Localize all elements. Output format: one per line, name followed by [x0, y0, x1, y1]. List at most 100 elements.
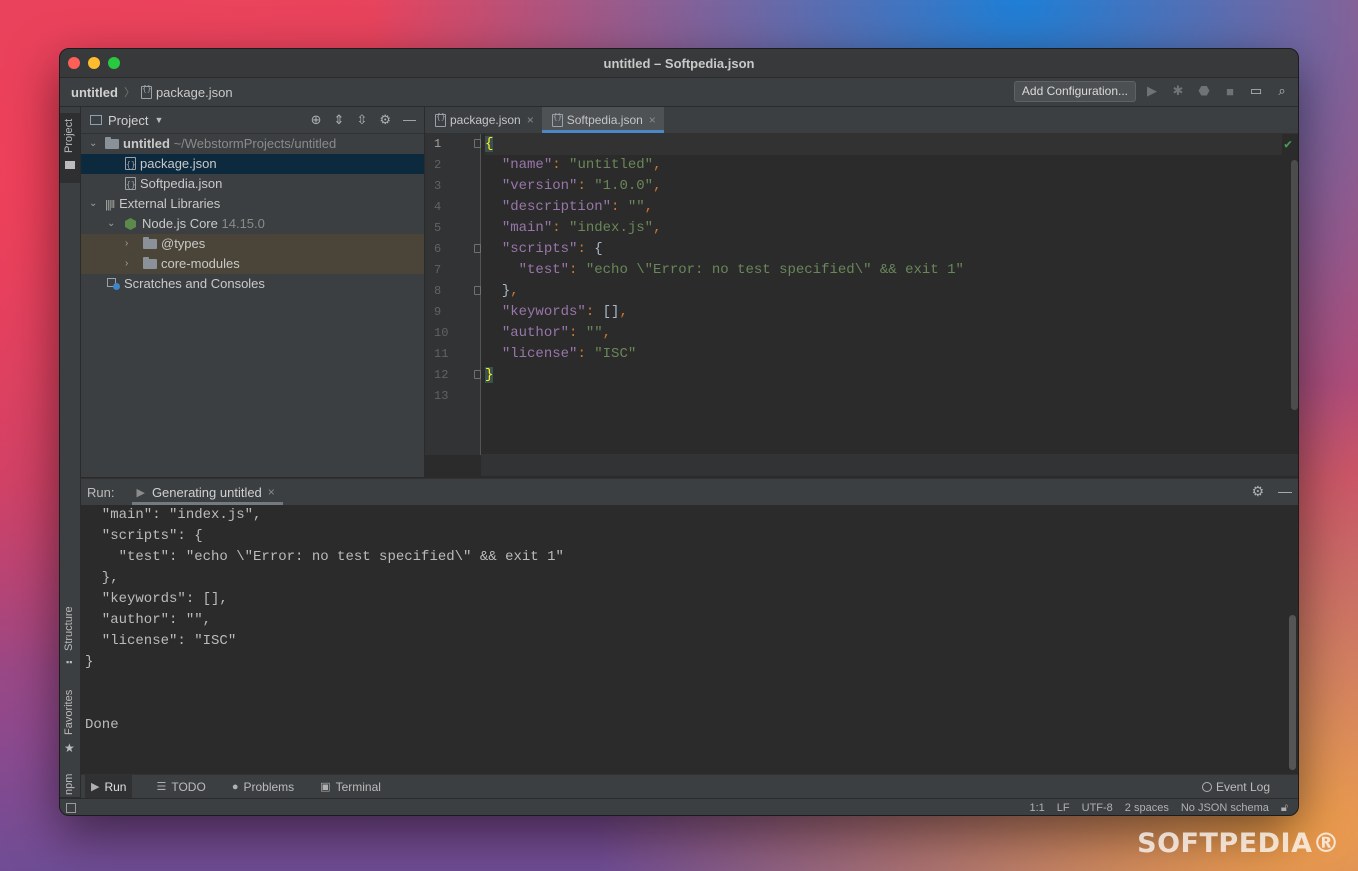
folder-icon	[105, 137, 119, 149]
console-scrollbar[interactable]	[1289, 615, 1296, 770]
tab-package-json[interactable]: package.json ×	[425, 107, 542, 133]
editor-scrollbar[interactable]	[1291, 160, 1298, 410]
hide-panel-icon[interactable]: —	[1278, 483, 1292, 500]
tree-item-label: core-modules	[161, 256, 240, 271]
chevron-down-icon[interactable]: ⌄	[107, 214, 115, 234]
chevron-right-icon[interactable]: ›	[125, 234, 128, 254]
tool-tab-label: Event Log	[1215, 779, 1270, 794]
search-icon[interactable]: ⌕	[1274, 83, 1290, 99]
hide-panel-icon[interactable]: —	[403, 112, 416, 128]
structure-tool-tab[interactable]: Structure ▪▪	[60, 597, 80, 677]
tool-tab-event-log[interactable]: Event Log	[1201, 779, 1270, 794]
chevron-down-icon[interactable]: ⌄	[89, 134, 97, 154]
project-tree: ⌄ untitled ~/WebstormProjects/untitled p…	[81, 134, 424, 294]
json-file-icon	[551, 112, 563, 127]
breadcrumb-separator-icon: 〉	[123, 87, 135, 99]
tab-label: Softpedia.json	[566, 113, 643, 127]
chevron-right-icon[interactable]: ›	[125, 254, 128, 274]
toggle-tool-windows-icon[interactable]	[66, 803, 76, 813]
run-panel-header: Run: ▶ Generating untitled × ⚙ —	[81, 478, 1298, 506]
close-tab-icon[interactable]: ×	[268, 485, 275, 499]
tree-item-scratches[interactable]: Scratches and Consoles	[81, 274, 424, 294]
breadcrumb-file-label: package.json	[155, 84, 233, 100]
json-schema-selector[interactable]: No JSON schema	[1181, 802, 1269, 815]
run-toolbar: ▶ ✱ ⬣ ■ ▭ ⌕	[1144, 83, 1290, 99]
close-tab-icon[interactable]: ×	[527, 113, 534, 127]
coverage-icon[interactable]: ⬣	[1196, 83, 1212, 99]
code-line: "license": "ISC"	[501, 346, 637, 362]
minimize-window-button[interactable]	[88, 57, 100, 69]
line-number: 12	[425, 365, 481, 386]
project-view-selector[interactable]: Project	[108, 113, 148, 128]
no-problems-check-icon[interactable]: ✔	[1284, 137, 1292, 152]
scratches-icon	[107, 278, 120, 290]
fold-icon[interactable]	[474, 286, 481, 295]
chevron-down-icon[interactable]: ⌄	[89, 194, 97, 214]
json-file-icon	[125, 155, 136, 175]
root-folder-name: untitled	[123, 136, 170, 151]
tab-softpedia-json[interactable]: Softpedia.json ×	[541, 107, 664, 133]
collapse-all-icon[interactable]: ⇳	[356, 112, 367, 128]
json-file-icon	[435, 112, 446, 127]
code-editor[interactable]: 1 2 3 4 5 6 7 8 9 10 11 12 13 { "name": …	[425, 134, 1298, 476]
tree-item-label: Softpedia.json	[140, 176, 223, 191]
indent-setting[interactable]: 2 spaces	[1125, 802, 1169, 815]
tool-tab-todo[interactable]: ☰ TODO	[154, 775, 207, 798]
tree-item-label: Scratches and Consoles	[124, 276, 265, 291]
line-separator[interactable]: LF	[1057, 802, 1070, 815]
run-label: Run:	[87, 484, 115, 500]
tree-item-core-modules[interactable]: › core-modules	[81, 254, 424, 274]
zoom-window-button[interactable]	[108, 57, 120, 69]
play-icon: ▶	[91, 781, 100, 793]
library-icon: |||‖	[105, 199, 115, 211]
debug-icon[interactable]: ✱	[1170, 83, 1186, 99]
unlock-icon[interactable]: 🔓︎	[1281, 802, 1288, 815]
chevron-down-icon[interactable]: ▼	[154, 115, 163, 125]
tree-item-package-json[interactable]: package.json	[81, 154, 424, 175]
project-view-icon	[90, 115, 102, 125]
code-content: { "name": "untitled", "version": "1.0.0"…	[485, 134, 1282, 407]
breadcrumb-root[interactable]: untitled	[71, 85, 118, 100]
console-line: "license": "ISC"	[85, 633, 237, 649]
run-console[interactable]: "main": "index.js", "scripts": { "test":…	[81, 505, 1298, 773]
tool-tab-terminal[interactable]: ▣ Terminal	[318, 775, 383, 798]
window-layout-icon[interactable]: ▭	[1248, 83, 1264, 99]
fold-icon[interactable]	[474, 370, 481, 379]
code-line: "main": "index.js",	[501, 220, 662, 236]
expand-all-icon[interactable]: ⇕	[334, 112, 345, 128]
gear-icon[interactable]: ⚙	[1251, 483, 1264, 500]
add-configuration-button[interactable]: Add Configuration...	[1013, 81, 1136, 102]
tree-item-types[interactable]: › @types	[81, 234, 424, 254]
run-tab-generating[interactable]: ▶ Generating untitled ×	[132, 479, 284, 505]
project-tool-tab[interactable]: Project	[60, 113, 80, 183]
tool-tab-problems[interactable]: ● Problems	[230, 775, 296, 798]
gear-icon[interactable]: ⚙	[379, 112, 391, 128]
status-bar: 1:1 LF UTF-8 2 spaces No JSON schema 🔓︎	[60, 798, 1298, 815]
tree-item-external-libraries[interactable]: ⌄ |||‖ External Libraries	[81, 194, 424, 214]
editor-horizontal-area	[481, 454, 1298, 476]
folder-icon	[143, 257, 157, 269]
window-title: untitled – Softpedia.json	[603, 55, 755, 71]
tool-tab-run[interactable]: ▶ Run	[85, 775, 133, 798]
close-tab-icon[interactable]: ×	[649, 113, 656, 127]
breadcrumb-file[interactable]: package.json	[140, 84, 233, 100]
tab-label: package.json	[450, 113, 521, 127]
locate-file-icon[interactable]: ⊕	[311, 112, 322, 128]
caret-position[interactable]: 1:1	[1029, 802, 1044, 815]
fold-icon[interactable]	[474, 244, 481, 253]
console-line: }	[85, 654, 94, 670]
tool-tab-label: Run	[104, 779, 127, 794]
nodejs-icon	[125, 218, 136, 230]
close-window-button[interactable]	[68, 57, 80, 69]
title-bar: untitled – Softpedia.json	[60, 49, 1298, 78]
run-icon[interactable]: ▶	[1144, 83, 1160, 99]
fold-icon[interactable]	[474, 139, 481, 148]
console-line: "test": "echo \"Error: no test specified…	[85, 549, 564, 565]
tree-item-root[interactable]: ⌄ untitled ~/WebstormProjects/untitled	[81, 134, 424, 154]
stop-icon[interactable]: ■	[1222, 84, 1238, 99]
favorites-tool-tab[interactable]: Favorites ★	[60, 685, 80, 765]
tree-item-nodejs-core[interactable]: ⌄ Node.js Core 14.15.0	[81, 214, 424, 234]
tree-item-softpedia-json[interactable]: Softpedia.json	[81, 174, 424, 195]
file-encoding[interactable]: UTF-8	[1082, 802, 1113, 815]
